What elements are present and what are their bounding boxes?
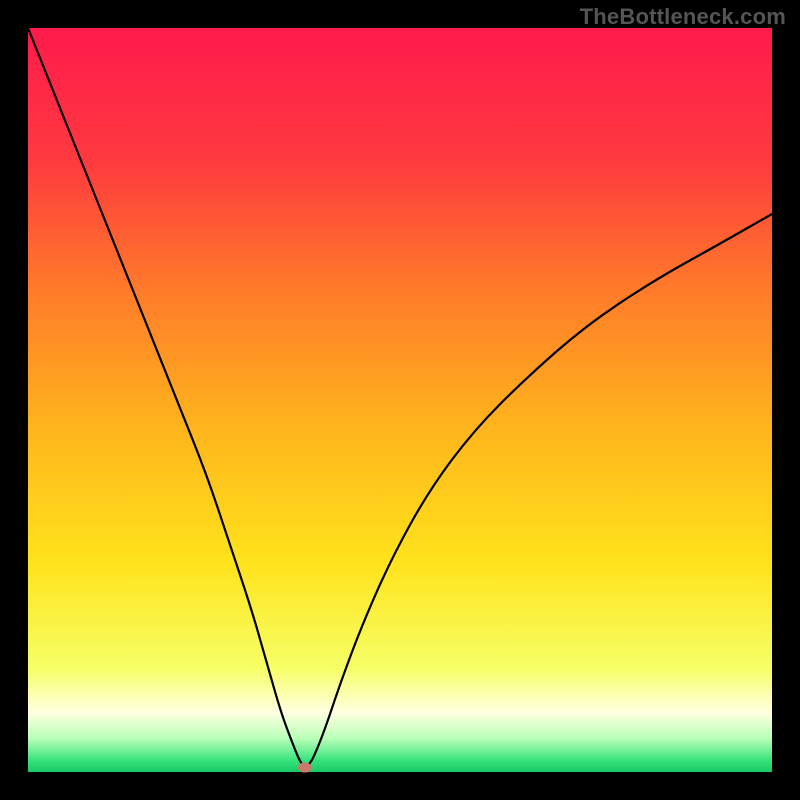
bottleneck-chart bbox=[0, 0, 800, 800]
plot-background bbox=[28, 28, 772, 772]
marker-optimal-point bbox=[298, 763, 312, 773]
chart-container: TheBottleneck.com bbox=[0, 0, 800, 800]
watermark-text: TheBottleneck.com bbox=[580, 4, 786, 30]
